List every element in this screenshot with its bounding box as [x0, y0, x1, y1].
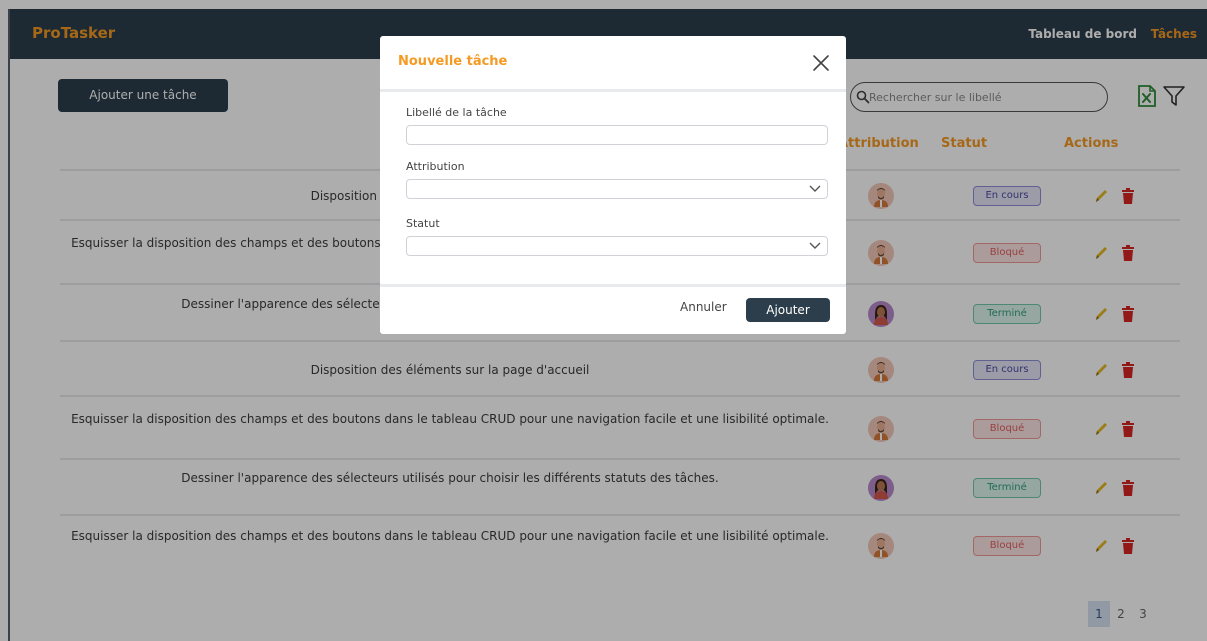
attribution-select[interactable]: [406, 179, 828, 199]
submit-button[interactable]: Ajouter: [746, 298, 830, 322]
close-icon[interactable]: [812, 54, 830, 72]
chevron-down-icon: [809, 185, 821, 192]
status-label: Statut: [406, 217, 440, 230]
dialog-footer-divider: [380, 284, 846, 287]
new-task-dialog: Nouvelle tâche Libellé de la tâche Attri…: [380, 36, 846, 334]
chevron-down-icon: [809, 242, 821, 249]
dialog-header-divider: [380, 89, 846, 92]
task-label-input[interactable]: [406, 125, 828, 145]
status-select[interactable]: [406, 236, 828, 256]
cancel-button[interactable]: Annuler: [680, 300, 727, 314]
attribution-label: Attribution: [406, 160, 465, 173]
task-label-label: Libellé de la tâche: [406, 106, 507, 119]
dialog-title: Nouvelle tâche: [398, 54, 508, 69]
